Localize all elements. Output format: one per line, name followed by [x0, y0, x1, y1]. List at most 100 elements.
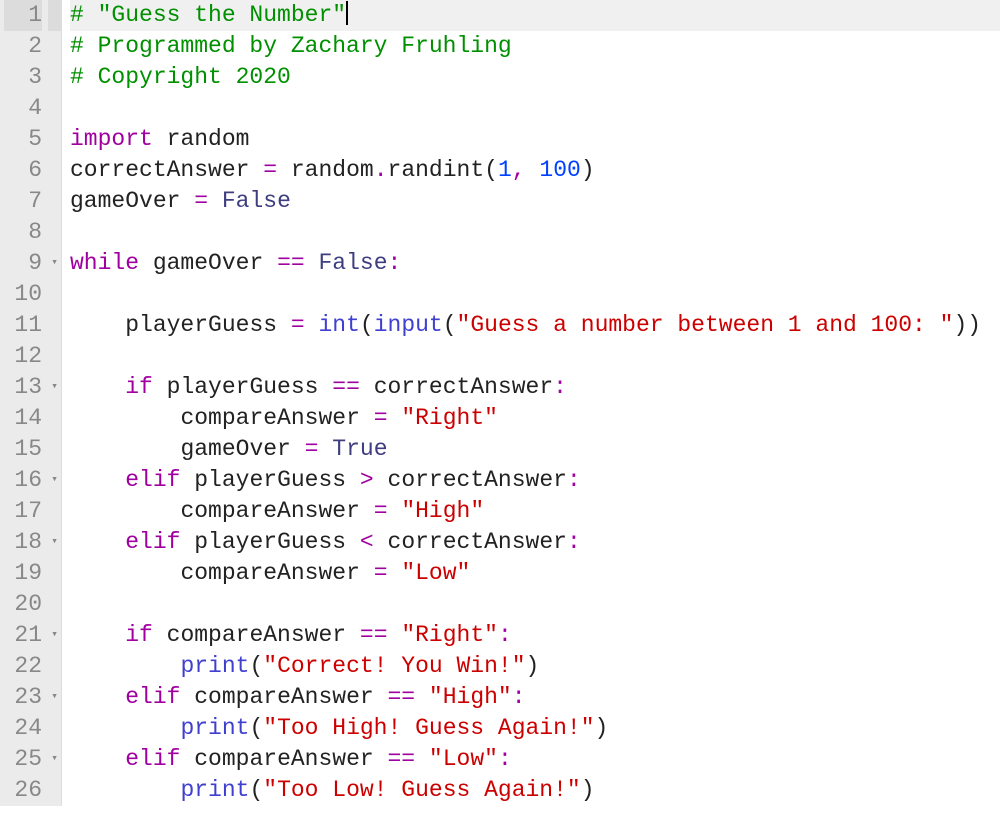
- code-line[interactable]: correctAnswer = random.randint(1, 100): [70, 155, 1000, 186]
- token-name: compareAnswer: [180, 498, 359, 524]
- code-line[interactable]: import random: [70, 124, 1000, 155]
- token-op: ,: [512, 157, 526, 183]
- token-name: playerGuess: [167, 374, 319, 400]
- code-line[interactable]: gameOver = True: [70, 434, 1000, 465]
- token-sp: [346, 467, 360, 493]
- token-string: "Low": [401, 560, 470, 586]
- code-line[interactable]: compareAnswer = "Low": [70, 558, 1000, 589]
- token-builtin: input: [374, 312, 443, 338]
- token-keyword: elif: [125, 467, 180, 493]
- code-line[interactable]: gameOver = False: [70, 186, 1000, 217]
- code-line[interactable]: print("Too Low! Guess Again!"): [70, 775, 1000, 806]
- line-number: 12: [4, 341, 42, 372]
- fold-toggle-icon[interactable]: ▾: [48, 527, 61, 558]
- token-op: ==: [332, 374, 360, 400]
- code-line[interactable]: # "Guess the Number": [70, 0, 1000, 31]
- code-line[interactable]: [70, 93, 1000, 124]
- line-number-gutter: 1234567891011121314151617181920212223242…: [0, 0, 48, 806]
- token-sp: [153, 126, 167, 152]
- token-builtin: print: [180, 777, 249, 803]
- fold-cell: [48, 341, 61, 372]
- token-keyword: while: [70, 250, 139, 276]
- token-bool: False: [222, 188, 291, 214]
- token-sp: [139, 250, 153, 276]
- token-sp: [374, 746, 388, 772]
- token-builtin: int: [318, 312, 359, 338]
- code-line[interactable]: compareAnswer = "High": [70, 496, 1000, 527]
- fold-toggle-icon[interactable]: ▾: [48, 620, 61, 651]
- code-line[interactable]: while gameOver == False:: [70, 248, 1000, 279]
- code-line[interactable]: [70, 341, 1000, 372]
- fold-cell: [48, 310, 61, 341]
- line-number: 24: [4, 713, 42, 744]
- token-name: playerGuess: [125, 312, 277, 338]
- token-op: :: [498, 746, 512, 772]
- token-sp: [180, 188, 194, 214]
- code-line[interactable]: elif compareAnswer == "Low":: [70, 744, 1000, 775]
- code-line[interactable]: [70, 589, 1000, 620]
- token-sp: [277, 312, 291, 338]
- fold-toggle-icon[interactable]: ▾: [48, 465, 61, 496]
- token-string: "Right": [401, 405, 498, 431]
- token-paren: ): [581, 777, 595, 803]
- token-name: playerGuess: [194, 467, 346, 493]
- code-line[interactable]: print("Too High! Guess Again!"): [70, 713, 1000, 744]
- fold-toggle-icon[interactable]: ▾: [48, 682, 61, 713]
- token-paren: ): [526, 653, 540, 679]
- token-number: 100: [539, 157, 580, 183]
- code-editor[interactable]: # "Guess the Number"# Programmed by Zach…: [62, 0, 1000, 806]
- token-op: :: [498, 622, 512, 648]
- token-sp: [305, 312, 319, 338]
- token-comment: # Programmed by Zachary Fruhling: [70, 33, 512, 59]
- fold-cell: [48, 93, 61, 124]
- code-line[interactable]: [70, 217, 1000, 248]
- fold-cell: [48, 155, 61, 186]
- code-line[interactable]: # Copyright 2020: [70, 62, 1000, 93]
- fold-toggle-icon[interactable]: ▾: [48, 248, 61, 279]
- token-name: gameOver: [180, 436, 290, 462]
- code-line[interactable]: if playerGuess == correctAnswer:: [70, 372, 1000, 403]
- fold-cell: [48, 62, 61, 93]
- token-keyword: import: [70, 126, 153, 152]
- token-op: .: [374, 157, 388, 183]
- token-op: ==: [277, 250, 305, 276]
- token-builtin: print: [180, 715, 249, 741]
- token-paren: (: [249, 777, 263, 803]
- code-line[interactable]: print("Correct! You Win!"): [70, 651, 1000, 682]
- token-sp: [526, 157, 540, 183]
- token-name: compareAnswer: [194, 684, 373, 710]
- code-line[interactable]: # Programmed by Zachary Fruhling: [70, 31, 1000, 62]
- fold-toggle-icon[interactable]: ▾: [48, 372, 61, 403]
- token-sp: [360, 498, 374, 524]
- token-number: 1: [498, 157, 512, 183]
- code-line[interactable]: elif playerGuess < correctAnswer:: [70, 527, 1000, 558]
- token-op: =: [194, 188, 208, 214]
- token-string: "Too Low! Guess Again!": [263, 777, 580, 803]
- code-line[interactable]: playerGuess = int(input("Guess a number …: [70, 310, 1000, 341]
- token-name: compareAnswer: [180, 560, 359, 586]
- fold-cell: [48, 403, 61, 434]
- line-number: 7: [4, 186, 42, 217]
- fold-toggle-icon[interactable]: ▾: [48, 744, 61, 775]
- code-line[interactable]: [70, 279, 1000, 310]
- token-op: ==: [388, 684, 416, 710]
- token-name: random: [167, 126, 250, 152]
- token-op: :: [567, 529, 581, 555]
- code-line[interactable]: elif compareAnswer == "High":: [70, 682, 1000, 713]
- token-string: "Too High! Guess Again!": [263, 715, 594, 741]
- token-sp: [388, 498, 402, 524]
- token-keyword: elif: [125, 529, 180, 555]
- token-op: >: [360, 467, 374, 493]
- fold-cell: [48, 217, 61, 248]
- token-sp: [318, 436, 332, 462]
- fold-cell: [48, 496, 61, 527]
- code-line[interactable]: compareAnswer = "Right": [70, 403, 1000, 434]
- line-number: 15: [4, 434, 42, 465]
- code-line[interactable]: if compareAnswer == "Right":: [70, 620, 1000, 651]
- code-line[interactable]: elif playerGuess > correctAnswer:: [70, 465, 1000, 496]
- token-name: gameOver: [153, 250, 263, 276]
- token-op: :: [512, 684, 526, 710]
- line-number: 4: [4, 93, 42, 124]
- line-number: 17: [4, 496, 42, 527]
- fold-cell: [48, 651, 61, 682]
